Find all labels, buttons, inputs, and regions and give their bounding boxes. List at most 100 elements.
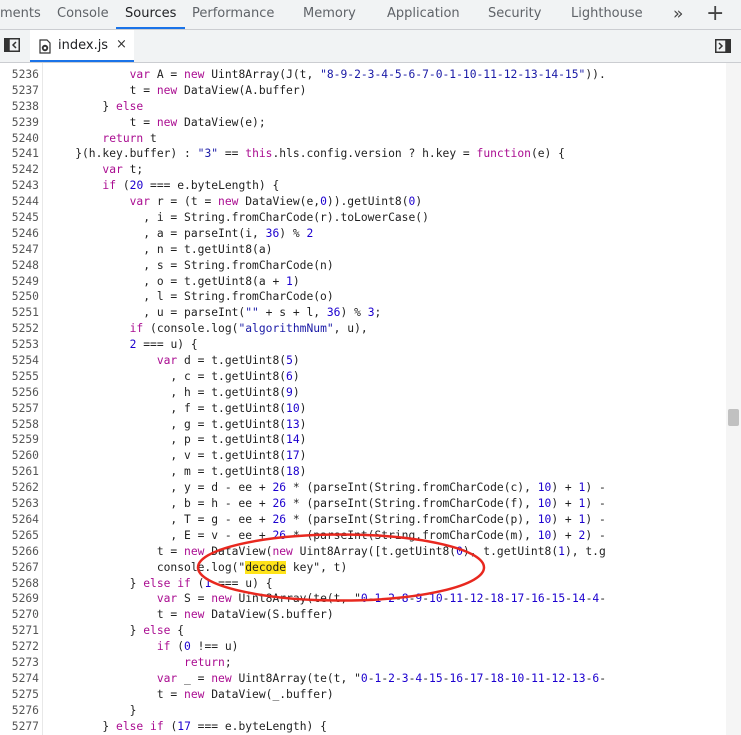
line-number[interactable]: 5259	[0, 432, 39, 448]
line-number[interactable]: 5255	[0, 369, 39, 385]
tab-performance[interactable]: Performance	[192, 0, 274, 29]
file-tab-bar: index.js ×	[0, 30, 741, 63]
file-tab-index-js[interactable]: index.js ×	[30, 30, 134, 62]
search-highlight: decode	[245, 560, 287, 574]
code-line: } else if (1 === u) {	[48, 576, 273, 590]
code-line: t = new DataView(e);	[48, 115, 266, 129]
line-number[interactable]: 5260	[0, 448, 39, 464]
tab-memory[interactable]: Memory	[303, 0, 356, 29]
close-tab-icon[interactable]: ×	[116, 30, 127, 60]
line-number[interactable]: 5262	[0, 480, 39, 496]
line-number[interactable]: 5277	[0, 719, 39, 735]
tab-security[interactable]: Security	[488, 0, 541, 29]
code-line: } else {	[48, 624, 185, 638]
tab-application[interactable]: Application	[387, 0, 460, 29]
line-number[interactable]: 5241	[0, 146, 39, 162]
line-number[interactable]: 5243	[0, 178, 39, 194]
code-line: , u = parseInt("" + s + l, 36) % 3;	[48, 306, 382, 320]
line-number[interactable]: 5246	[0, 226, 39, 242]
code-line: , o = t.getUint8(a + 1)	[48, 274, 300, 288]
tab-console[interactable]: Console	[57, 0, 109, 29]
line-number[interactable]: 5252	[0, 321, 39, 337]
code-text: console.log("	[48, 560, 246, 574]
code-line: , b = h - ee + 26 * (parseInt(String.fro…	[48, 497, 606, 511]
code-line: , y = d - ee + 26 * (parseInt(String.fro…	[48, 481, 606, 495]
line-number[interactable]: 5263	[0, 496, 39, 512]
line-number[interactable]: 5254	[0, 353, 39, 369]
code-line: , m = t.getUint8(18)	[48, 465, 307, 479]
code-line: , a = parseInt(i, 36) % 2	[48, 226, 314, 240]
code-line: 2 === u) {	[129, 338, 198, 352]
line-number[interactable]: 5261	[0, 464, 39, 480]
code-text: key", t)	[286, 560, 348, 574]
line-number[interactable]: 5251	[0, 305, 39, 321]
line-number[interactable]: 5247	[0, 242, 39, 258]
line-number[interactable]: 5276	[0, 703, 39, 719]
line-number[interactable]: 5248	[0, 258, 39, 274]
code-line: var A = new Uint8Array(J(t, "8-9-2-3-4-5…	[129, 68, 606, 81]
line-number[interactable]: 5258	[0, 417, 39, 433]
line-number[interactable]: 5250	[0, 289, 39, 305]
code-line: t = new DataView(A.buffer)	[48, 83, 307, 97]
line-number[interactable]: 5274	[0, 671, 39, 687]
tab-elements[interactable]: ments	[0, 0, 41, 29]
more-tabs-icon[interactable]: »	[673, 0, 683, 29]
line-number[interactable]: 5271	[0, 623, 39, 639]
line-number[interactable]: 5240	[0, 131, 39, 147]
line-number[interactable]: 5265	[0, 528, 39, 544]
vertical-scrollbar[interactable]	[726, 63, 741, 735]
code-line: if (20 === e.byteLength) {	[102, 179, 280, 193]
code-line: , l = String.fromCharCode(o)	[48, 290, 334, 304]
code-line: , g = t.getUint8(13)	[48, 417, 307, 431]
add-tab-icon[interactable]: +	[706, 0, 724, 29]
code-line: var r = (t = new DataView(e,0)).getUint8…	[129, 195, 423, 209]
code-line: if (console.log("algorithmNum", u),	[129, 322, 368, 336]
code-line: return t	[102, 131, 157, 145]
line-number[interactable]: 5238	[0, 99, 39, 115]
code-editor[interactable]: 5236 5237 5238 5239 5240 5241 5242 5243 5244 5245…	[0, 63, 741, 735]
source-code[interactable]: var A = new Uint8Array(J(t, "8-9-2-3-4-5…	[48, 67, 738, 734]
line-number[interactable]: 5239	[0, 115, 39, 131]
line-number-gutter[interactable]: 5236 5237 5238 5239 5240 5241 5242 5243 5244 5245…	[0, 63, 43, 735]
line-number[interactable]: 5264	[0, 512, 39, 528]
code-line: t = new DataView(_.buffer)	[48, 687, 334, 701]
line-number[interactable]: 5257	[0, 401, 39, 417]
code-line: var S = new Uint8Array(te(t, "0-1-2-8-9-…	[156, 592, 607, 606]
code-line: return;	[184, 655, 232, 669]
line-number[interactable]: 5273	[0, 655, 39, 671]
code-line: }	[48, 703, 137, 717]
line-number[interactable]: 5272	[0, 639, 39, 655]
line-number[interactable]: 5267	[0, 560, 39, 576]
line-number[interactable]: 5270	[0, 607, 39, 623]
code-line: }(h.key.buffer) : "3" == this.hls.config…	[48, 147, 565, 161]
line-number[interactable]: 5249	[0, 274, 39, 290]
devtools-tab-bar: ments Console Sources Performance Memory…	[0, 0, 741, 30]
line-number[interactable]: 5256	[0, 385, 39, 401]
code-line: var _ = new Uint8Array(te(t, "0-1-2-3-4-…	[156, 671, 607, 685]
code-line: , v = t.getUint8(17)	[48, 449, 307, 463]
code-line: , i = String.fromCharCode(r).toLowerCase…	[48, 211, 429, 225]
line-number[interactable]: 5245	[0, 210, 39, 226]
line-number[interactable]: 5275	[0, 687, 39, 703]
scrollbar-thumb[interactable]	[728, 409, 739, 426]
line-number[interactable]: 5237	[0, 83, 39, 99]
file-name: index.js	[58, 38, 109, 53]
code-line: t = new DataView(new Uint8Array([t.getUi…	[48, 544, 606, 558]
line-number[interactable]: 5253	[0, 337, 39, 353]
line-number[interactable]: 5266	[0, 544, 39, 560]
code-line: , p = t.getUint8(14)	[48, 433, 307, 447]
line-number[interactable]: 5269	[0, 591, 39, 607]
code-line: , E = v - ee + 26 * (parseInt(String.fro…	[48, 528, 606, 542]
tab-sources[interactable]: Sources	[116, 0, 186, 29]
line-number[interactable]: 5268	[0, 576, 39, 592]
tab-lighthouse[interactable]: Lighthouse	[571, 0, 643, 29]
line-number[interactable]: 5242	[0, 162, 39, 178]
code-line: , c = t.getUint8(6)	[48, 369, 300, 383]
code-line: , s = String.fromCharCode(n)	[48, 258, 334, 272]
debugger-sidebar-toggle-icon[interactable]	[715, 39, 731, 53]
line-number[interactable]: 5244	[0, 194, 39, 210]
navigator-toggle-icon[interactable]	[4, 38, 20, 52]
line-number[interactable]: 5236	[0, 67, 39, 83]
code-line: } else if (17 === e.byteLength) {	[48, 719, 327, 733]
code-line: } else	[48, 99, 144, 113]
